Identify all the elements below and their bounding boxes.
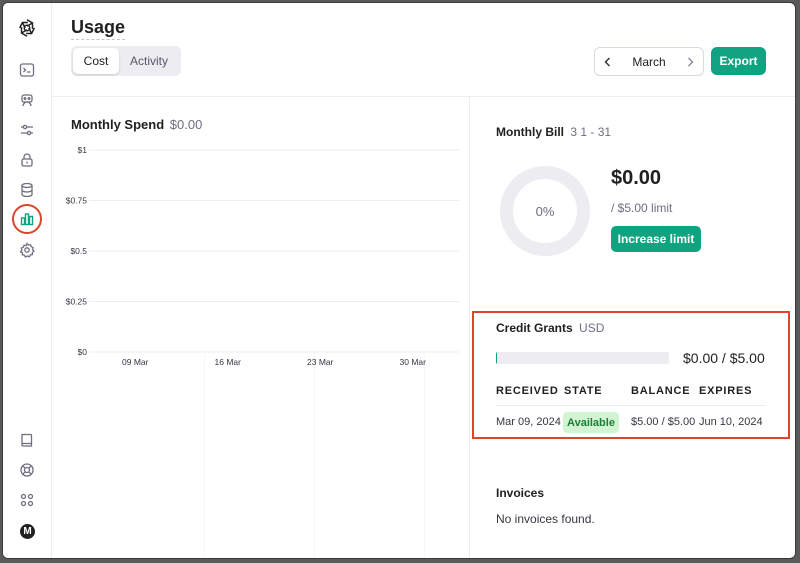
spend-chart: $0 $0.25 $0.5 $0.75 $1 09 Mar 16 Mar 23 Mar 30 M… [66, 145, 459, 558]
export-button[interactable]: Export [711, 47, 766, 75]
x-tick-label: 23 Mar [307, 357, 334, 367]
sidebar: M [3, 3, 52, 558]
chart-column-guide [204, 353, 205, 558]
monthly-spend-label: Monthly Spend [71, 117, 165, 132]
lock-icon[interactable] [15, 148, 39, 172]
grant-expires: Jun 10, 2024 [699, 416, 763, 428]
y-tick-label: $0.25 [66, 297, 88, 307]
credit-usage-fill [496, 352, 497, 364]
x-tick-label: 30 Mar [400, 357, 427, 367]
grant-balance: $5.00 / $5.00 [631, 416, 696, 428]
monthly-spend-title: Monthly Spend $0.00 [71, 117, 202, 132]
col-header-received: RECEIVED [496, 385, 559, 397]
column-divider [469, 97, 470, 558]
invoices-empty: No invoices found. [496, 512, 595, 526]
help-icon[interactable] [15, 458, 39, 482]
y-tick-label: $1 [78, 145, 88, 155]
usage-percent: 0% [535, 203, 555, 219]
gear-icon[interactable] [15, 238, 39, 262]
credit-usage-bar [496, 352, 669, 364]
table-divider [496, 405, 766, 406]
avatar[interactable]: M [20, 524, 35, 539]
y-tick-label: $0 [78, 347, 88, 357]
terminal-icon[interactable] [15, 58, 39, 82]
credit-grants-label: Credit Grants [496, 321, 573, 335]
credit-grants-title: Credit Grants USD [496, 321, 604, 335]
y-tick-label: $0.75 [66, 196, 88, 206]
tab-activity[interactable]: Activity [119, 48, 179, 74]
status-badge: Available [563, 412, 619, 433]
robot-icon[interactable] [15, 88, 39, 112]
view-toggle: Cost Activity [71, 46, 181, 76]
col-header-expires: EXPIRES [699, 385, 753, 397]
apps-icon[interactable] [15, 488, 39, 512]
header-divider [53, 96, 795, 97]
y-tick-label: $0.5 [70, 246, 87, 256]
openai-logo-icon[interactable] [15, 16, 39, 40]
col-header-balance: BALANCE [631, 385, 691, 397]
chart-column-guide [424, 353, 425, 558]
x-tick-label: 16 Mar [215, 357, 242, 367]
page-title: Usage [71, 17, 126, 40]
monthly-spend-amount: $0.00 [169, 117, 203, 132]
book-icon[interactable] [15, 428, 39, 452]
monthly-bill-title: Monthly Bill 3 1 - 31 [496, 125, 611, 139]
bill-limit: / $5.00 limit [611, 201, 673, 215]
bar-chart-icon[interactable] [15, 207, 39, 231]
credit-grants-currency: USD [579, 321, 605, 335]
bill-amount: $0.00 [611, 167, 662, 189]
monthly-bill-label: Monthly Bill [496, 125, 564, 139]
sliders-icon[interactable] [15, 118, 39, 142]
chart-column-guide [314, 353, 315, 558]
chevron-right-icon[interactable] [677, 48, 703, 75]
increase-limit-button[interactable]: Increase limit [611, 226, 701, 252]
invoices-title: Invoices [496, 486, 545, 500]
chevron-left-icon[interactable] [595, 48, 621, 75]
monthly-bill-range: 3 1 - 31 [570, 125, 612, 139]
app-window: M Usage Cost Activity March Export Month… [2, 2, 796, 559]
month-picker: March [594, 47, 704, 76]
tab-cost[interactable]: Cost [73, 48, 119, 74]
x-tick-label: 09 Mar [122, 357, 149, 367]
database-icon[interactable] [15, 178, 39, 202]
grant-received: Mar 09, 2024 [496, 416, 561, 428]
credit-amount: $0.00 / $5.00 [683, 350, 765, 366]
month-label: March [632, 54, 666, 69]
col-header-state: STATE [564, 385, 603, 397]
usage-donut: 0% [500, 166, 590, 256]
